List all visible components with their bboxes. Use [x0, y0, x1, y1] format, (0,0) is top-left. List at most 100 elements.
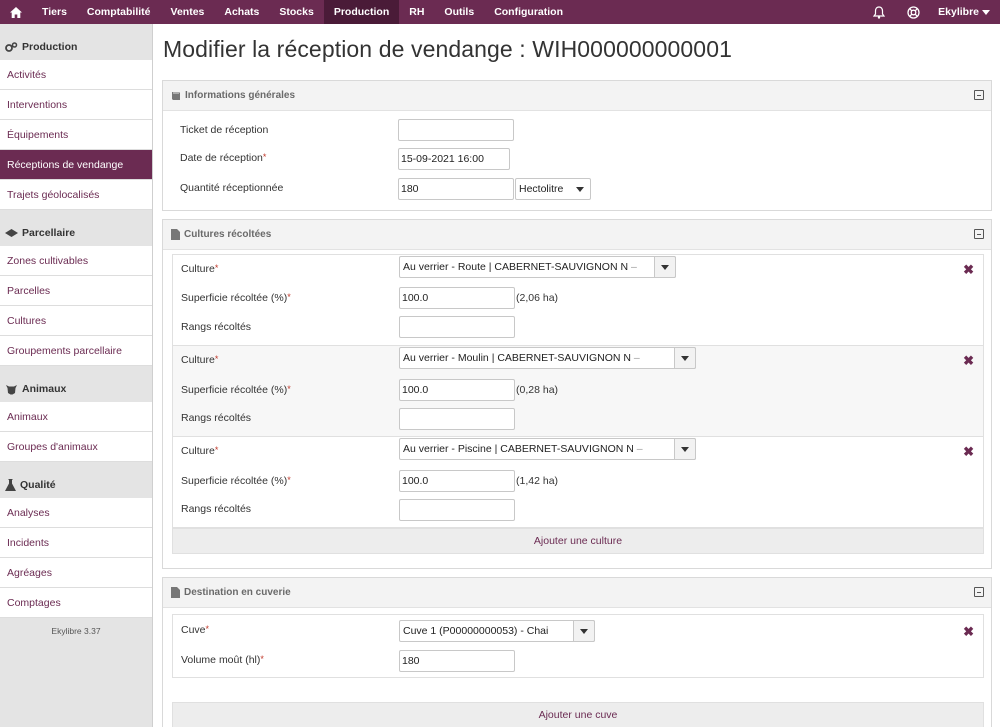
sidebar-item-cultures[interactable]: Cultures: [0, 306, 152, 336]
area-label: Superficie récoltée (%)*: [181, 475, 291, 487]
volume-label: Volume moût (hl)*: [181, 654, 264, 666]
culture-label: Culture*: [181, 445, 219, 457]
help-lifebuoy-icon[interactable]: [896, 0, 930, 24]
sidebar-item-activites[interactable]: Activités: [0, 60, 152, 90]
sidebar-item-zones-cultivables[interactable]: Zones cultivables: [0, 246, 152, 276]
main-content: Modifier la réception de vendange : WIH0…: [153, 24, 1000, 727]
sidebar-item-incidents[interactable]: Incidents: [0, 528, 152, 558]
sidebar: Production Activités Interventions Équip…: [0, 24, 153, 727]
remove-tank-icon[interactable]: ✖: [963, 625, 974, 638]
area-label: Superficie récoltée (%)*: [181, 384, 291, 396]
quantity-input[interactable]: 180: [398, 178, 514, 200]
home-icon[interactable]: [0, 0, 32, 24]
panel-title: Informations générales: [185, 90, 296, 101]
collapse-toggle-icon[interactable]: [974, 587, 984, 597]
sidebar-section-parcellaire: Parcellaire: [0, 210, 152, 246]
culture-select-value: Au verrier - Piscine | CABERNET-SAUVIGNO…: [403, 443, 634, 455]
nav-stocks[interactable]: Stocks: [269, 0, 323, 24]
chevron-down-icon[interactable]: [674, 347, 696, 369]
quantity-label: Quantité réceptionnée: [180, 182, 284, 194]
sidebar-section-production: Production: [0, 24, 152, 60]
panel-header: Informations générales: [163, 81, 991, 111]
culture-select[interactable]: Au verrier - Route | CABERNET-SAUVIGNON …: [399, 256, 676, 278]
tank-select-value: Cuve 1 (P00000000053) - Chai: [403, 625, 549, 637]
sidebar-item-groupes-d-animaux[interactable]: Groupes d'animaux: [0, 432, 152, 462]
sidebar-item-trajets-geolocalises[interactable]: Trajets géolocalisés: [0, 180, 152, 210]
caret-down-icon: [982, 9, 990, 15]
gears-icon: [5, 41, 18, 52]
sidebar-item-receptions-de-vendange[interactable]: Réceptions de vendange: [0, 150, 152, 180]
area-hectares: (1,42 ha): [516, 475, 559, 487]
user-menu[interactable]: Ekylibre: [930, 6, 1000, 18]
panel-title: Destination en cuverie: [184, 587, 291, 598]
remove-crop-icon[interactable]: ✖: [963, 263, 974, 276]
panel-header: Cultures récoltées: [163, 220, 991, 250]
tank-select[interactable]: Cuve 1 (P00000000053) - Chai: [399, 620, 595, 642]
sidebar-section-title: Production: [22, 41, 78, 53]
panel-title: Cultures récoltées: [184, 229, 272, 240]
add-crop-button[interactable]: Ajouter une culture: [172, 528, 984, 554]
chevron-down-icon[interactable]: [573, 620, 595, 642]
sidebar-item-analyses[interactable]: Analyses: [0, 498, 152, 528]
remove-crop-icon[interactable]: ✖: [963, 354, 974, 367]
rows-label: Rangs récoltés: [181, 412, 252, 424]
nav-tiers[interactable]: Tiers: [32, 0, 77, 24]
chevron-down-icon[interactable]: [674, 438, 696, 460]
sidebar-item-equipements[interactable]: Équipements: [0, 120, 152, 150]
sidebar-item-parcelles[interactable]: Parcelles: [0, 276, 152, 306]
sidebar-section-qualite: Qualité: [0, 462, 152, 498]
document-icon: [171, 229, 180, 240]
rows-label: Rangs récoltés: [181, 321, 252, 333]
area-input[interactable]: 100.0: [399, 379, 515, 401]
rows-input[interactable]: [399, 408, 515, 430]
sidebar-item-groupements-parcellaire[interactable]: Groupements parcellaire: [0, 336, 152, 366]
harvested-crops-panel: Cultures récoltées Culture* Au verrier -…: [162, 219, 992, 569]
ticket-label: Ticket de réception: [180, 124, 269, 136]
collapse-toggle-icon[interactable]: [974, 90, 984, 100]
bell-icon[interactable]: [862, 0, 896, 24]
rows-input[interactable]: [399, 499, 515, 521]
rows-input[interactable]: [399, 316, 515, 338]
culture-select-value: Au verrier - Moulin | CABERNET-SAUVIGNON…: [403, 352, 631, 364]
culture-label: Culture*: [181, 354, 219, 366]
panel-header: Destination en cuverie: [163, 578, 991, 608]
book-icon: [172, 91, 180, 100]
area-label: Superficie récoltée (%)*: [181, 292, 291, 304]
tank-entry: Cuve* Cuve 1 (P00000000053) - Chai ✖ Vol…: [172, 614, 984, 678]
collapse-toggle-icon[interactable]: [974, 229, 984, 239]
sidebar-item-agreages[interactable]: Agréages: [0, 558, 152, 588]
ticket-input[interactable]: [398, 119, 514, 141]
culture-select[interactable]: Au verrier - Piscine | CABERNET-SAUVIGNO…: [399, 438, 696, 460]
nav-outils[interactable]: Outils: [434, 0, 484, 24]
nav-ventes[interactable]: Ventes: [161, 0, 215, 24]
sidebar-item-comptages[interactable]: Comptages: [0, 588, 152, 618]
sidebar-section-title: Parcellaire: [22, 227, 76, 239]
sidebar-item-animaux[interactable]: Animaux: [0, 402, 152, 432]
culture-label: Culture*: [181, 263, 219, 275]
remove-crop-icon[interactable]: ✖: [963, 445, 974, 458]
area-input[interactable]: 100.0: [399, 287, 515, 309]
nav-rh[interactable]: RH: [399, 0, 434, 24]
unit-select[interactable]: Hectolitre: [515, 178, 591, 200]
area-input[interactable]: 100.0: [399, 470, 515, 492]
sidebar-item-interventions[interactable]: Interventions: [0, 90, 152, 120]
date-input[interactable]: 15-09-2021 16:00: [398, 148, 510, 170]
nav-configuration[interactable]: Configuration: [484, 0, 573, 24]
date-label: Date de réception*: [180, 152, 267, 164]
app-version: Ekylibre 3.37: [51, 626, 101, 636]
general-info-panel: Informations générales Ticket de récepti…: [162, 80, 992, 211]
culture-select[interactable]: Au verrier - Moulin | CABERNET-SAUVIGNON…: [399, 347, 696, 369]
rows-label: Rangs récoltés: [181, 503, 252, 515]
chevron-down-icon[interactable]: [654, 256, 676, 278]
nav-production[interactable]: Production: [323, 0, 400, 24]
volume-input[interactable]: 180: [399, 650, 515, 672]
flask-icon: [5, 479, 16, 491]
add-tank-button[interactable]: Ajouter une cuve: [172, 702, 984, 727]
nav-achats[interactable]: Achats: [214, 0, 269, 24]
tank-destination-panel: Destination en cuverie Cuve* Cuve 1 (P00…: [162, 577, 992, 727]
culture-select-value: Au verrier - Route | CABERNET-SAUVIGNON …: [403, 261, 629, 273]
area-hectares: (0,28 ha): [516, 384, 559, 396]
user-name: Ekylibre: [938, 6, 979, 18]
nav-comptabilite[interactable]: Comptabilité: [77, 0, 161, 24]
area-hectares: (2,06 ha): [516, 292, 559, 304]
